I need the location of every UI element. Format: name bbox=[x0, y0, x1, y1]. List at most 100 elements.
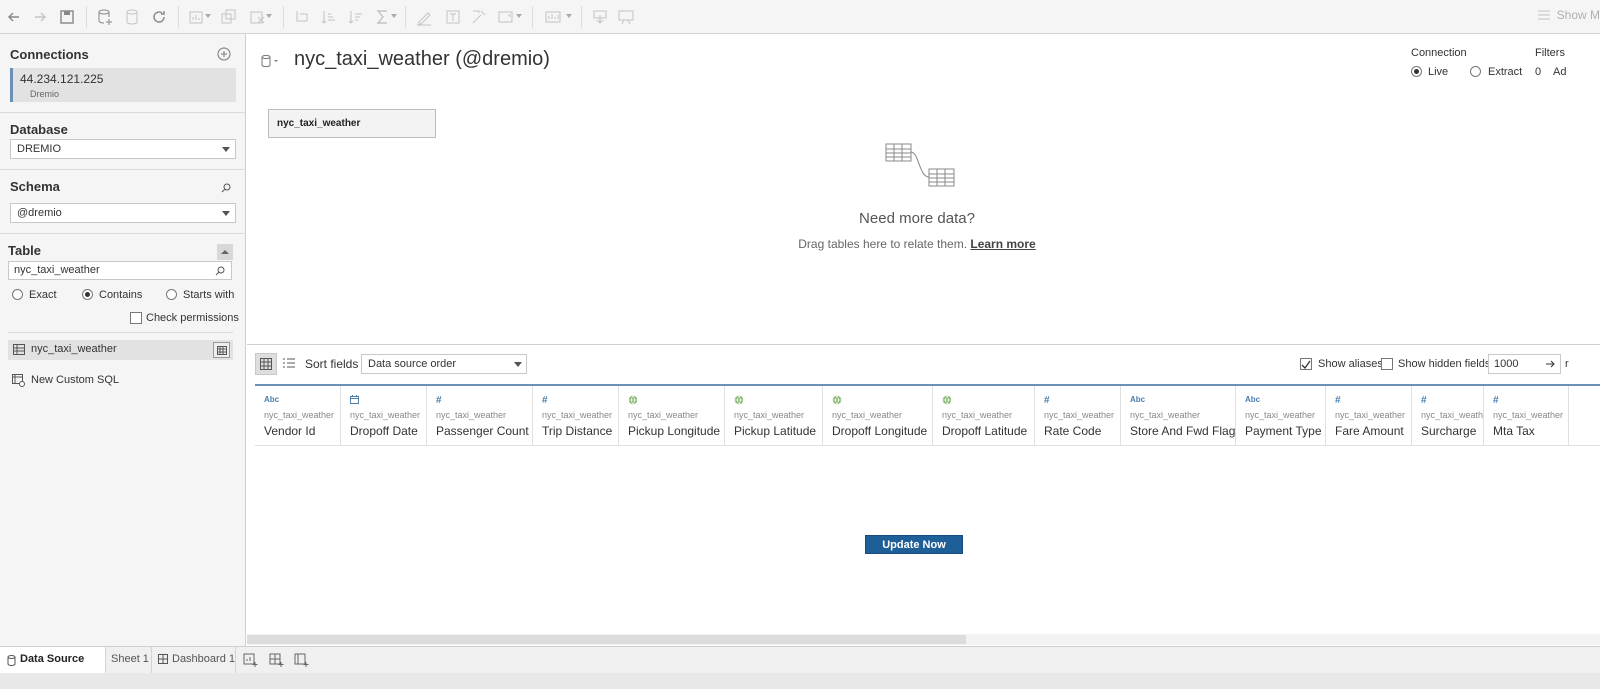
totals-sigma-icon[interactable] bbox=[373, 7, 393, 27]
grid-view-button[interactable] bbox=[255, 353, 277, 375]
update-now-button[interactable]: Update Now bbox=[865, 535, 963, 554]
tab-dashboard-1[interactable]: Dashboard 1 bbox=[152, 647, 236, 673]
connection-item[interactable]: 44.234.121.225 Dremio bbox=[10, 68, 236, 102]
sort-fields-select[interactable]: Data source order bbox=[361, 354, 527, 374]
save-icon[interactable] bbox=[57, 7, 77, 27]
number-type-icon[interactable]: # bbox=[542, 395, 548, 406]
field-column[interactable]: Abc nyc_taxi_weather Vendor Id bbox=[255, 386, 341, 446]
tab-data-source[interactable]: Data Source bbox=[0, 647, 106, 673]
new-worksheet-icon[interactable] bbox=[187, 7, 207, 27]
learn-more-link[interactable]: Learn more bbox=[970, 237, 1035, 251]
canvas-table-box[interactable]: nyc_taxi_weather bbox=[268, 109, 436, 138]
field-column[interactable]: nyc_taxi_weather Pickup Longitude bbox=[619, 386, 725, 446]
field-column[interactable]: nyc_taxi_weather Dropoff Longitude bbox=[823, 386, 933, 446]
pause-updates-icon[interactable] bbox=[122, 7, 142, 27]
forward-arrow-icon[interactable] bbox=[30, 7, 50, 27]
new-custom-sql-link[interactable]: New Custom SQL bbox=[31, 374, 119, 386]
number-type-icon[interactable]: # bbox=[436, 395, 442, 406]
field-column[interactable]: # nyc_taxi_weather Surcharge bbox=[1412, 386, 1484, 446]
sort-fields-label: Sort fields bbox=[305, 357, 359, 371]
show-aliases-checkbox[interactable] bbox=[1300, 358, 1312, 370]
field-column[interactable]: Abc nyc_taxi_weather Store And Fwd Flag bbox=[1121, 386, 1236, 446]
field-column[interactable]: # nyc_taxi_weather Rate Code bbox=[1035, 386, 1121, 446]
new-worksheet-tab-icon[interactable] bbox=[243, 652, 259, 668]
add-filter-link[interactable]: Ad bbox=[1553, 66, 1566, 78]
data-source-menu-icon[interactable] bbox=[260, 54, 282, 68]
field-column[interactable]: # nyc_taxi_weather Passenger Count bbox=[427, 386, 533, 446]
sort-descending-icon[interactable] bbox=[346, 7, 366, 27]
schema-select[interactable]: @dremio bbox=[10, 203, 236, 223]
collapse-table-button[interactable] bbox=[217, 244, 233, 260]
globe-icon[interactable] bbox=[832, 395, 842, 407]
filters-label: Filters bbox=[1535, 47, 1565, 59]
chevron-up-icon bbox=[221, 250, 229, 254]
new-dashboard-tab-icon[interactable] bbox=[269, 652, 285, 668]
rows-value: 1000 bbox=[1494, 358, 1519, 370]
radio-extract[interactable] bbox=[1470, 66, 1481, 77]
field-column[interactable]: nyc_taxi_weather Dropoff Date bbox=[341, 386, 427, 446]
rows-input[interactable]: 1000 bbox=[1488, 354, 1561, 374]
fit-icon[interactable] bbox=[496, 7, 516, 27]
show-me-chart-icon[interactable] bbox=[543, 7, 563, 27]
format-workbook-icon[interactable] bbox=[469, 7, 489, 27]
field-name: Rate Code bbox=[1044, 424, 1102, 438]
view-data-button[interactable] bbox=[213, 342, 230, 358]
back-arrow-icon[interactable] bbox=[4, 7, 24, 27]
field-column[interactable]: # nyc_taxi_weather Fare Amount bbox=[1326, 386, 1412, 446]
check-permissions-checkbox[interactable] bbox=[130, 312, 142, 324]
download-icon[interactable] bbox=[590, 7, 610, 27]
canvas-grid-divider[interactable] bbox=[247, 344, 1600, 345]
number-type-icon[interactable]: # bbox=[1493, 395, 1499, 406]
tab-sheet-1[interactable]: Sheet 1 bbox=[106, 647, 152, 673]
radio-contains[interactable] bbox=[82, 289, 93, 300]
sort-ascending-icon[interactable] bbox=[319, 7, 339, 27]
field-name: Vendor Id bbox=[264, 424, 316, 438]
refresh-icon[interactable] bbox=[149, 7, 169, 27]
field-source-table: nyc_taxi_weather bbox=[734, 410, 805, 420]
field-column[interactable]: # nyc_taxi_weather Trip Distance bbox=[533, 386, 619, 446]
new-data-source-icon[interactable] bbox=[95, 7, 115, 27]
sort-fields-value: Data source order bbox=[368, 358, 457, 370]
new-story-tab-icon[interactable] bbox=[294, 652, 310, 668]
horizontal-scrollbar[interactable] bbox=[247, 634, 1600, 645]
duplicate-icon[interactable] bbox=[219, 7, 239, 27]
number-type-icon[interactable]: # bbox=[1044, 395, 1050, 406]
globe-icon[interactable] bbox=[942, 395, 952, 407]
table-search-input[interactable]: nyc_taxi_weather bbox=[8, 261, 232, 280]
field-source-table: nyc_taxi_weather bbox=[1493, 410, 1564, 420]
grid-icon bbox=[260, 358, 272, 370]
highlight-pen-icon[interactable] bbox=[414, 7, 434, 27]
list-view-icon[interactable] bbox=[283, 357, 295, 369]
show-me-button[interactable]: Show M bbox=[1537, 8, 1600, 22]
text-label-icon[interactable] bbox=[443, 7, 463, 27]
radio-live[interactable] bbox=[1411, 66, 1422, 77]
string-type-icon[interactable]: Abc bbox=[1245, 395, 1260, 404]
number-type-icon[interactable]: # bbox=[1335, 395, 1341, 406]
globe-icon[interactable] bbox=[628, 395, 638, 407]
string-type-icon[interactable]: Abc bbox=[264, 395, 279, 404]
grid-toolbar: Sort fields Data source order Show alias… bbox=[247, 351, 1600, 375]
show-hidden-fields-checkbox[interactable] bbox=[1381, 358, 1393, 370]
database-select[interactable]: DREMIO bbox=[10, 139, 236, 159]
table-list-item[interactable]: nyc_taxi_weather bbox=[8, 340, 233, 360]
filters-count: 0 bbox=[1535, 66, 1542, 78]
field-column[interactable]: nyc_taxi_weather Dropoff Latitude bbox=[933, 386, 1035, 446]
field-column[interactable]: Abc nyc_taxi_weather Payment Type bbox=[1236, 386, 1326, 446]
radio-exact[interactable] bbox=[12, 289, 23, 300]
number-type-icon[interactable]: # bbox=[1421, 395, 1427, 406]
calendar-icon[interactable] bbox=[350, 395, 359, 406]
database-value: DREMIO bbox=[17, 143, 61, 155]
scrollbar-thumb[interactable] bbox=[247, 635, 966, 644]
field-column[interactable]: nyc_taxi_weather Pickup Latitude bbox=[725, 386, 823, 446]
string-type-icon[interactable]: Abc bbox=[1130, 395, 1145, 404]
radio-starts-with[interactable] bbox=[166, 289, 177, 300]
schema-search-icon[interactable] bbox=[221, 182, 232, 193]
arrow-right-icon[interactable] bbox=[1546, 360, 1556, 368]
data-source-title[interactable]: nyc_taxi_weather (@dremio) bbox=[294, 48, 550, 71]
globe-icon[interactable] bbox=[734, 395, 744, 407]
clear-sheet-icon[interactable] bbox=[248, 7, 268, 27]
presentation-icon[interactable] bbox=[616, 7, 636, 27]
swap-rows-columns-icon[interactable] bbox=[292, 7, 312, 27]
add-connection-icon[interactable] bbox=[217, 47, 231, 61]
field-column[interactable]: # nyc_taxi_weather Mta Tax bbox=[1484, 386, 1569, 446]
